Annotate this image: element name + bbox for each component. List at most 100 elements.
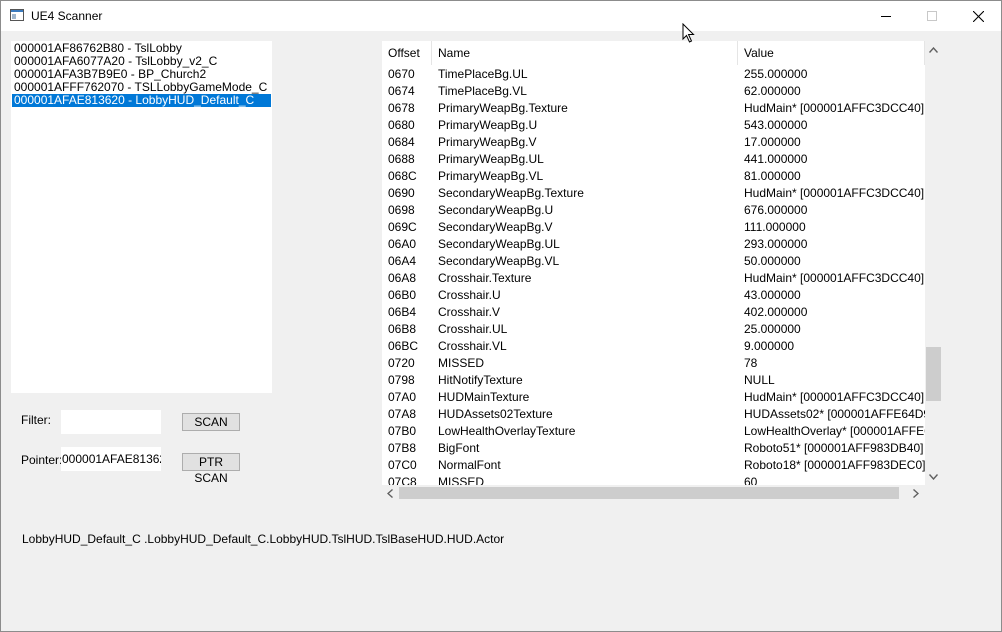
table-row[interactable]: 07B8 BigFont Roboto51* [000001AFF983DB40] xyxy=(382,440,925,457)
table-row[interactable]: 0680 PrimaryWeapBg.U 543.000000 xyxy=(382,117,925,134)
offset-cell: 0690 xyxy=(388,186,415,200)
name-cell: PrimaryWeapBg.V xyxy=(438,135,537,149)
value-cell: 25.000000 xyxy=(744,322,801,336)
name-cell: Crosshair.U xyxy=(438,288,501,302)
offset-cell: 07B8 xyxy=(388,441,417,455)
name-cell: PrimaryWeapBg.U xyxy=(438,118,538,132)
offset-cell: 06A4 xyxy=(388,254,417,268)
value-cell: 43.000000 xyxy=(744,288,801,302)
value-cell: HudMain* [000001AFFC3DCC40] xyxy=(744,186,925,200)
table-row[interactable]: 07A8 HUDAssets02Texture HUDAssets02* [0000… xyxy=(382,406,925,423)
value-cell: LowHealthOverlay* [000001AFFE64D... xyxy=(744,424,925,438)
table-row[interactable]: 069C SecondaryWeapBg.V 111.000000 xyxy=(382,219,925,236)
scroll-down-icon[interactable] xyxy=(925,468,942,485)
scroll-up-icon[interactable] xyxy=(925,41,942,58)
value-cell: Roboto18* [000001AFF983DEC0] xyxy=(744,458,925,472)
table-row[interactable]: 07A0 HUDMainTexture HudMain* [000001AFFC3D… xyxy=(382,389,925,406)
table-row[interactable]: 0684 PrimaryWeapBg.V 17.000000 xyxy=(382,134,925,151)
table-row[interactable]: 0690 SecondaryWeapBg.Texture HudMain* [000… xyxy=(382,185,925,202)
offset-cell: 07A8 xyxy=(388,407,417,421)
horizontal-scrollbar[interactable] xyxy=(382,485,925,501)
name-cell: HUDMainTexture xyxy=(438,390,530,404)
table-row[interactable]: 0670 TimePlaceBg.UL 255.000000 xyxy=(382,66,925,83)
maximize-button[interactable] xyxy=(909,1,955,31)
name-cell: LowHealthOverlayTexture xyxy=(438,424,576,438)
offset-cell: 07C8 xyxy=(388,475,417,485)
table-row[interactable]: 0678 PrimaryWeapBg.Texture HudMain* [00000… xyxy=(382,100,925,117)
pointer-input[interactable]: 000001AFAE813620 xyxy=(61,447,161,471)
name-cell: Crosshair.VL xyxy=(438,339,507,353)
vertical-scrollbar[interactable] xyxy=(925,41,942,485)
table-row[interactable]: 06A4 SecondaryWeapBg.VL 50.000000 xyxy=(382,253,925,270)
grid-header: Offset Name Value xyxy=(382,41,925,65)
column-header-offset[interactable]: Offset xyxy=(382,41,432,65)
offset-cell: 0670 xyxy=(388,67,415,81)
table-row[interactable]: 07B0 LowHealthOverlayTexture LowHealthOver… xyxy=(382,423,925,440)
name-cell: Crosshair.V xyxy=(438,305,501,319)
minimize-icon xyxy=(881,16,891,17)
filter-input[interactable] xyxy=(61,410,161,434)
value-cell: 50.000000 xyxy=(744,254,801,268)
table-row[interactable]: 07C0 NormalFont Roboto18* [000001AFF983DEC… xyxy=(382,457,925,474)
mouse-cursor-icon xyxy=(682,23,695,43)
offset-cell: 0698 xyxy=(388,203,415,217)
table-row[interactable]: 06B8 Crosshair.UL 25.000000 xyxy=(382,321,925,338)
value-cell: 81.000000 xyxy=(744,169,801,183)
object-listbox[interactable]: 000001AF86762B80 - TslLobby 000001AFA607… xyxy=(11,41,272,393)
value-cell: HUDAssets02* [000001AFFE64D9C0] xyxy=(744,407,925,421)
table-row[interactable]: 06A8 Crosshair.Texture HudMain* [000001AFF… xyxy=(382,270,925,287)
scroll-left-icon[interactable] xyxy=(382,485,398,501)
table-row[interactable]: 0688 PrimaryWeapBg.UL 441.000000 xyxy=(382,151,925,168)
name-cell: HUDAssets02Texture xyxy=(438,407,553,421)
name-cell: Crosshair.Texture xyxy=(438,271,532,285)
table-row[interactable]: 0698 SecondaryWeapBg.U 676.000000 xyxy=(382,202,925,219)
offset-cell: 07B0 xyxy=(388,424,417,438)
offset-cell: 06B0 xyxy=(388,288,417,302)
value-cell: 78 xyxy=(744,356,758,370)
table-row[interactable]: 06A0 SecondaryWeapBg.UL 293.000000 xyxy=(382,236,925,253)
name-cell: BigFont xyxy=(438,441,480,455)
properties-grid[interactable]: Offset Name Value 0670 TimePlaceBg.UL 255.… xyxy=(382,41,942,501)
close-button[interactable] xyxy=(955,1,1001,31)
name-cell: Crosshair.UL xyxy=(438,322,508,336)
table-row[interactable]: 0798 HitNotifyTexture NULL xyxy=(382,372,925,389)
column-header-name[interactable]: Name xyxy=(432,41,738,65)
list-item-selected[interactable]: 000001AFAE813620 - LobbyHUD_Default_C xyxy=(12,94,271,107)
offset-cell: 06B4 xyxy=(388,305,417,319)
title-bar[interactable]: UE4 Scanner xyxy=(1,1,1001,31)
value-cell: 293.000000 xyxy=(744,237,808,251)
grid-rows: 0670 TimePlaceBg.UL 255.000000 0674 TimePlac… xyxy=(382,65,925,485)
name-cell: SecondaryWeapBg.V xyxy=(438,220,553,234)
column-header-value[interactable]: Value xyxy=(738,41,925,65)
value-cell: HudMain* [000001AFFC3DCC40] xyxy=(744,101,925,115)
name-cell: PrimaryWeapBg.UL xyxy=(438,152,544,166)
table-row[interactable]: 06B0 Crosshair.U 43.000000 xyxy=(382,287,925,304)
table-row[interactable]: 06BC Crosshair.VL 9.000000 xyxy=(382,338,925,355)
horizontal-scroll-thumb[interactable] xyxy=(399,487,899,499)
table-row[interactable]: 06B4 Crosshair.V 402.000000 xyxy=(382,304,925,321)
filter-label: Filter: xyxy=(21,413,51,427)
scroll-right-icon[interactable] xyxy=(908,485,924,501)
offset-cell: 0674 xyxy=(388,84,415,98)
offset-cell: 0688 xyxy=(388,152,415,166)
name-cell: TimePlaceBg.VL xyxy=(438,84,527,98)
offset-cell: 069C xyxy=(388,220,417,234)
table-row[interactable]: 0674 TimePlaceBg.VL 62.000000 xyxy=(382,83,925,100)
offset-cell: 06BC xyxy=(388,339,419,353)
maximize-icon xyxy=(927,11,937,21)
window-title: UE4 Scanner xyxy=(31,9,103,23)
name-cell: SecondaryWeapBg.Texture xyxy=(438,186,584,200)
table-row[interactable]: 068C PrimaryWeapBg.VL 81.000000 xyxy=(382,168,925,185)
offset-cell: 07A0 xyxy=(388,390,417,404)
name-cell: PrimaryWeapBg.Texture xyxy=(438,101,568,115)
name-cell: TimePlaceBg.UL xyxy=(438,67,528,81)
offset-cell: 0678 xyxy=(388,101,415,115)
table-row[interactable]: 07C8 MISSED 60 xyxy=(382,474,925,485)
offset-cell: 0798 xyxy=(388,373,415,387)
name-cell: SecondaryWeapBg.U xyxy=(438,203,554,217)
ptr-scan-button[interactable]: PTR SCAN xyxy=(182,453,240,485)
scan-button[interactable]: SCAN xyxy=(182,413,240,431)
vertical-scroll-thumb[interactable] xyxy=(926,347,941,401)
minimize-button[interactable] xyxy=(863,1,909,31)
table-row[interactable]: 0720 MISSED 78 xyxy=(382,355,925,372)
